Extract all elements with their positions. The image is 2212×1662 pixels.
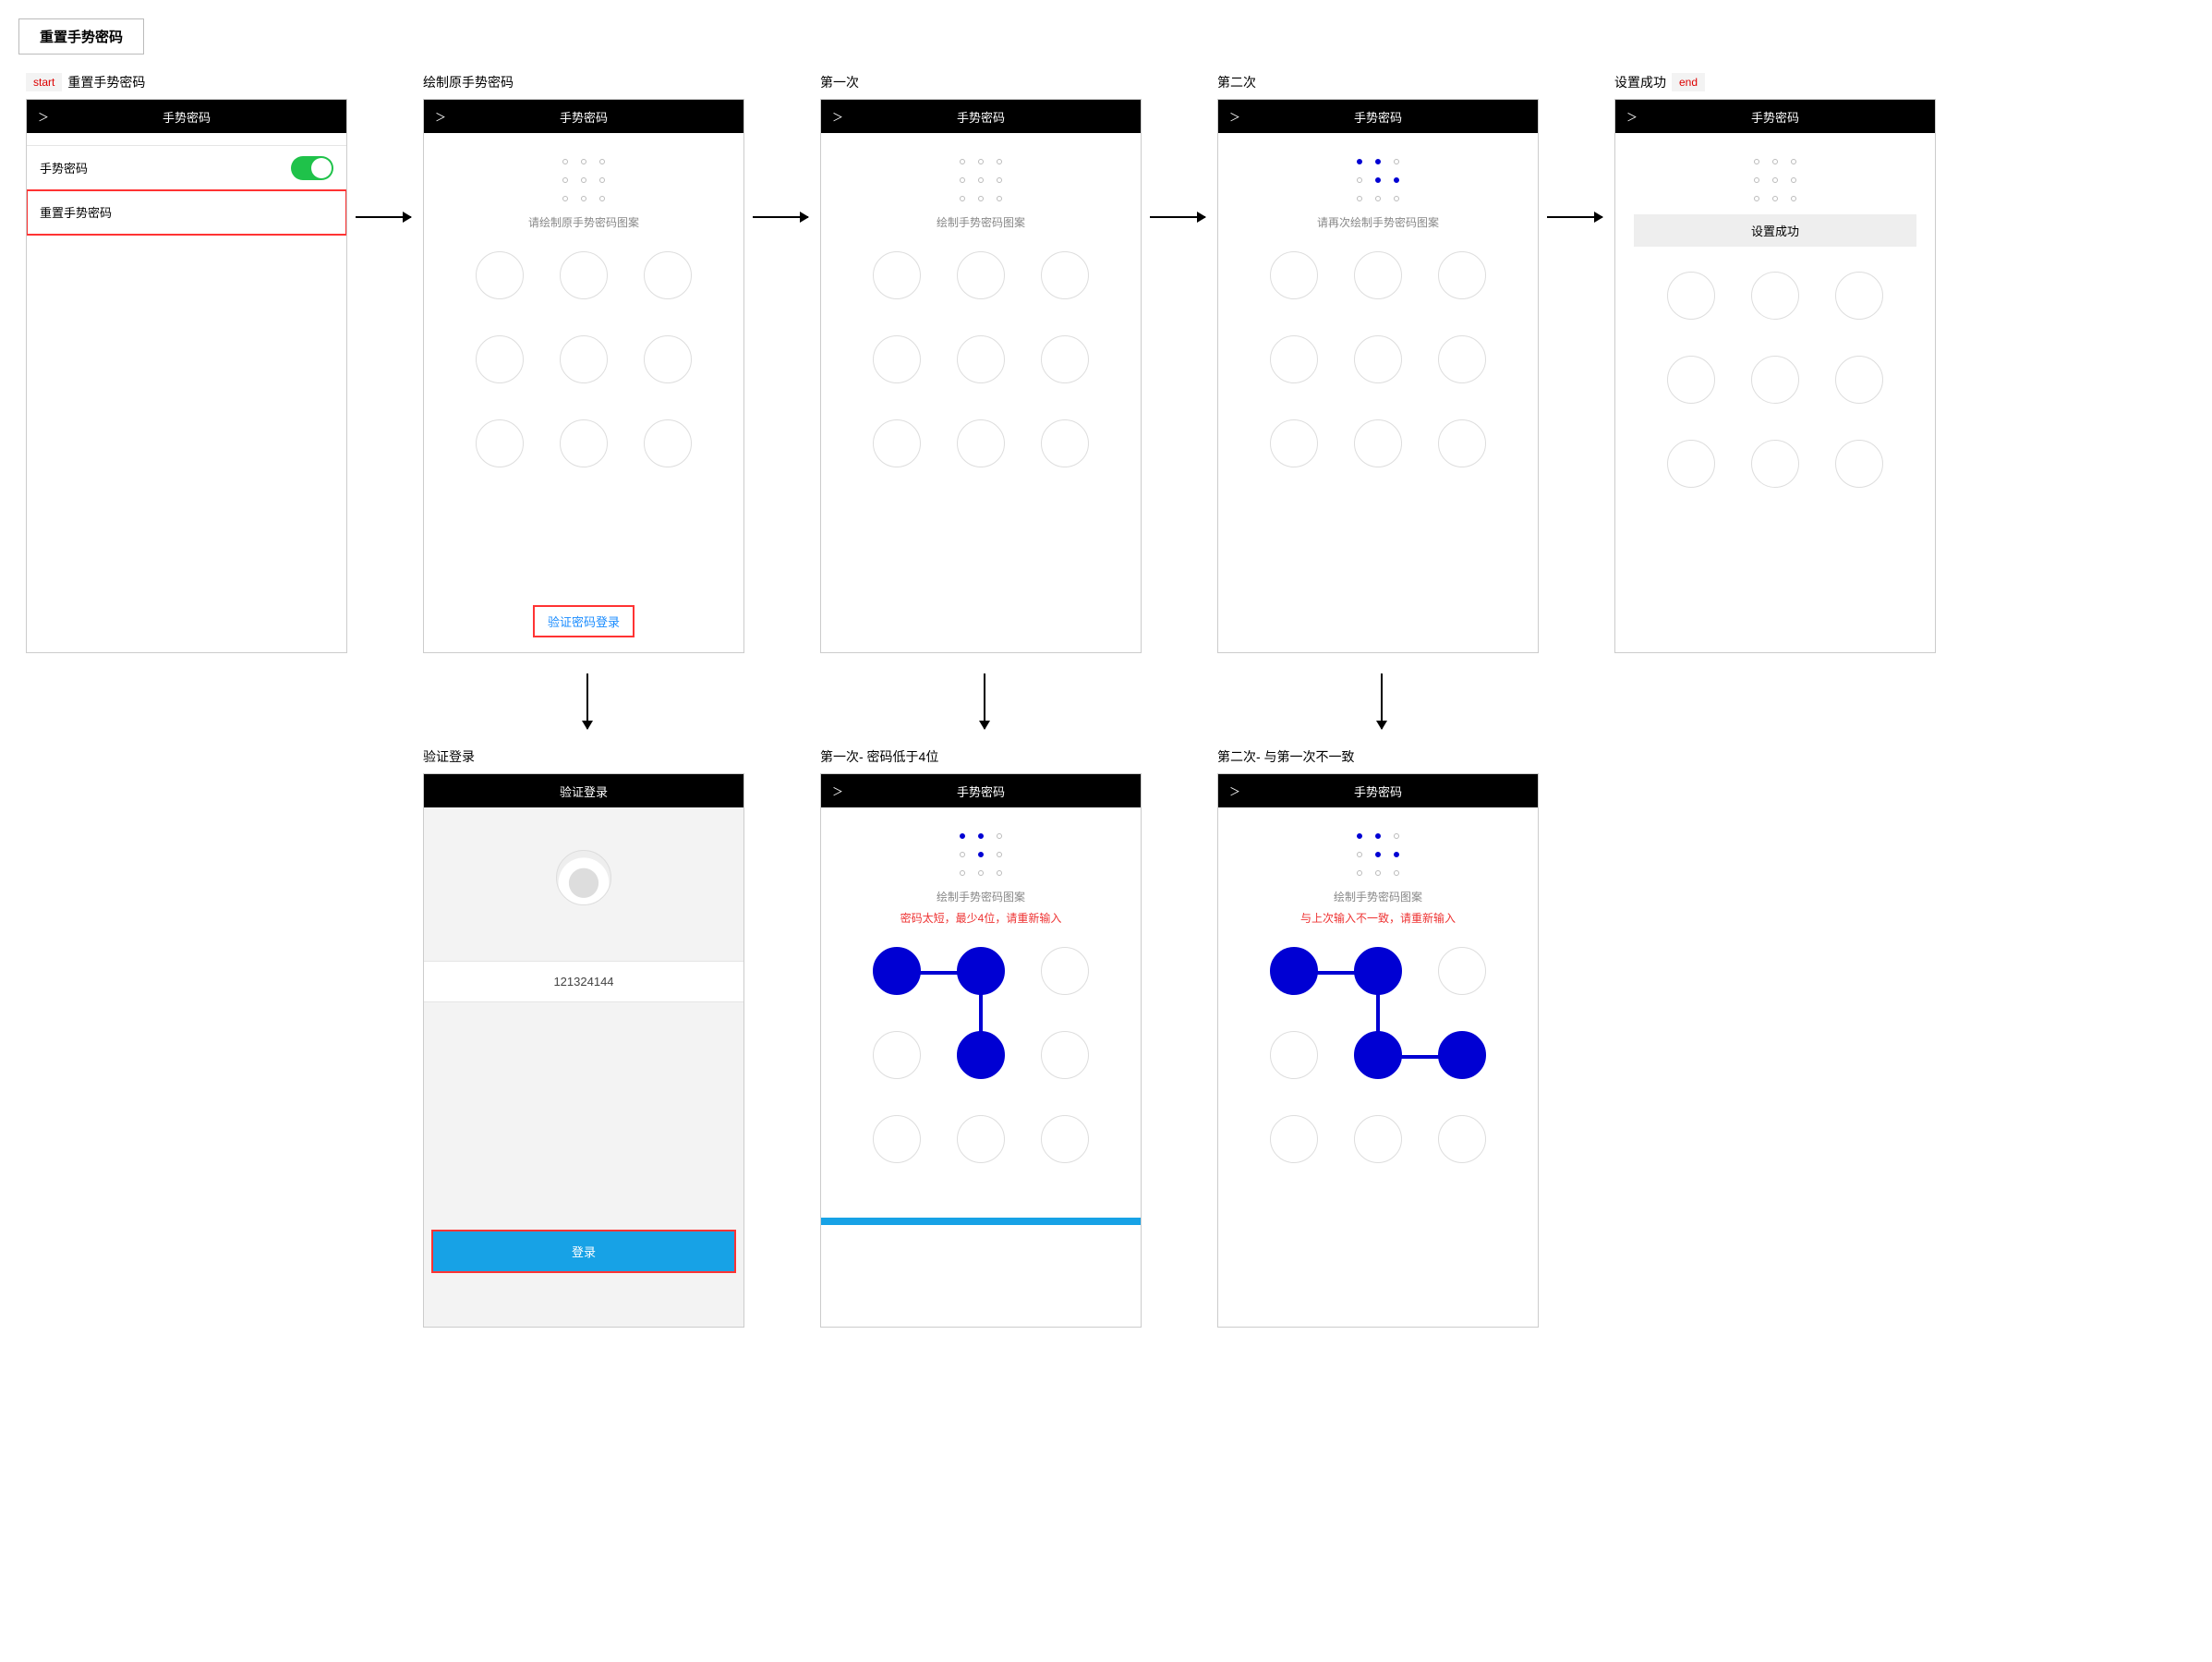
screen-title: 第二次 (1217, 73, 1256, 91)
hint-text: 请再次绘制手势密码图案 (1218, 214, 1538, 230)
screen-label: 第二次- 与第一次不一致 (1217, 747, 1539, 766)
mini-pattern-preview (956, 155, 1006, 205)
app-header: 验证登录 (424, 774, 743, 807)
mini-pattern-preview (956, 830, 1006, 880)
avatar-icon (556, 850, 611, 905)
back-icon[interactable]: ＞ (435, 109, 446, 125)
login-button[interactable]: 登录 (433, 1231, 734, 1271)
success-banner: 设置成功 (1634, 214, 1916, 247)
app-header: ＞ 手势密码 (821, 100, 1141, 133)
screen-second-draw: ＞ 手势密码 请再次绘制手势密码图案 (1217, 99, 1539, 653)
header-title: 手势密码 (1751, 108, 1799, 126)
hint-text: 绘制手势密码图案 (821, 889, 1141, 904)
screen-verify-login: 验证登录 121324144 登录 (423, 773, 744, 1328)
mini-pattern-preview (559, 155, 609, 205)
pattern-grid[interactable] (1655, 260, 1895, 500)
back-icon[interactable]: ＞ (832, 109, 843, 125)
pattern-grid[interactable] (861, 935, 1101, 1175)
row-label: 手势密码 (40, 159, 88, 176)
screen-label: 第一次- 密码低于4位 (820, 747, 1142, 766)
back-icon[interactable]: ＞ (38, 109, 49, 125)
pattern-grid[interactable] (464, 239, 704, 479)
screen-title: 第一次 (820, 73, 859, 91)
error-text: 密码太短，最少4位，请重新输入 (821, 910, 1141, 926)
arrow-s1-s2 (356, 216, 411, 218)
verify-password-link[interactable]: 验证密码登录 (535, 607, 633, 636)
doc-title: 重置手势密码 (18, 18, 144, 55)
end-tag: end (1672, 73, 1705, 91)
screen-error-short: ＞ 手势密码 绘制手势密码图案 密码太短，最少4位，请重新输入 (820, 773, 1142, 1328)
app-header: ＞ 手势密码 (424, 100, 743, 133)
row-label: 重置手势密码 (40, 203, 112, 221)
back-icon[interactable]: ＞ (1229, 109, 1240, 125)
arrow-s3-s4 (1150, 216, 1205, 218)
pattern-grid[interactable] (1258, 935, 1498, 1175)
arrow-s4-s5 (1547, 216, 1602, 218)
error-text: 与上次输入不一致，请重新输入 (1218, 910, 1538, 926)
screen-reset-entry: ＞ 手势密码 手势密码 重置手势密码 (26, 99, 347, 653)
arrow-s3-s7 (984, 673, 985, 729)
screen-title: 设置成功 (1614, 73, 1666, 91)
screen-first-draw: ＞ 手势密码 绘制手势密码图案 (820, 99, 1142, 653)
screen-title: 第二次- 与第一次不一致 (1217, 747, 1355, 766)
back-icon[interactable]: ＞ (1626, 109, 1638, 125)
screen-label: start 重置手势密码 (26, 73, 347, 91)
screen-draw-original: ＞ 手势密码 请绘制原手势密码图案 验证密码登录 (423, 99, 744, 653)
mini-pattern-preview (1353, 830, 1403, 880)
pattern-grid[interactable] (1258, 239, 1498, 479)
back-icon[interactable]: ＞ (1229, 783, 1240, 799)
header-title: 手势密码 (1354, 782, 1402, 800)
header-title: 手势密码 (957, 782, 1005, 800)
screen-label: 设置成功 end (1614, 73, 1936, 91)
password-input[interactable]: 121324144 (424, 961, 743, 1002)
hint-text: 绘制手势密码图案 (821, 214, 1141, 230)
app-header: ＞ 手势密码 (821, 774, 1141, 807)
hint-text: 绘制手势密码图案 (1218, 889, 1538, 904)
toggle-switch-icon[interactable] (291, 156, 333, 180)
partial-overlay (821, 1218, 1141, 1225)
pattern-grid[interactable] (861, 239, 1101, 479)
row-reset-gesture[interactable]: 重置手势密码 (27, 190, 346, 235)
back-icon[interactable]: ＞ (832, 783, 843, 799)
app-header: ＞ 手势密码 (1218, 774, 1538, 807)
screen-title: 绘制原手势密码 (423, 73, 514, 91)
header-title: 手势密码 (1354, 108, 1402, 126)
screen-error-mismatch: ＞ 手势密码 绘制手势密码图案 与上次输入不一致，请重新输入 (1217, 773, 1539, 1328)
mini-pattern-preview (1353, 155, 1403, 205)
screen-label: 验证登录 (423, 747, 744, 766)
mini-pattern-preview (1750, 155, 1800, 205)
arrow-s2-s3 (753, 216, 808, 218)
arrow-s2-s6 (586, 673, 588, 729)
row-toggle-gesture[interactable]: 手势密码 (27, 146, 346, 190)
screen-title: 重置手势密码 (67, 73, 145, 91)
screen-title: 验证登录 (423, 747, 475, 766)
screen-title: 第一次- 密码低于4位 (820, 747, 938, 766)
header-title: 手势密码 (163, 108, 211, 126)
app-header: ＞ 手势密码 (1218, 100, 1538, 133)
screen-label: 第一次 (820, 73, 1142, 91)
screen-success: ＞ 手势密码 设置成功 (1614, 99, 1936, 653)
flow-board: start 重置手势密码 ＞ 手势密码 手势密码 重置手势密码 绘制原手势密码 … (18, 73, 2194, 1644)
header-title: 手势密码 (560, 108, 608, 126)
app-header: ＞ 手势密码 (27, 100, 346, 133)
screen-label: 第二次 (1217, 73, 1539, 91)
hint-text: 请绘制原手势密码图案 (424, 214, 743, 230)
start-tag: start (26, 73, 62, 91)
header-title: 验证登录 (560, 782, 608, 800)
header-title: 手势密码 (957, 108, 1005, 126)
arrow-s4-s8 (1381, 673, 1383, 729)
screen-label: 绘制原手势密码 (423, 73, 744, 91)
app-header: ＞ 手势密码 (1615, 100, 1935, 133)
